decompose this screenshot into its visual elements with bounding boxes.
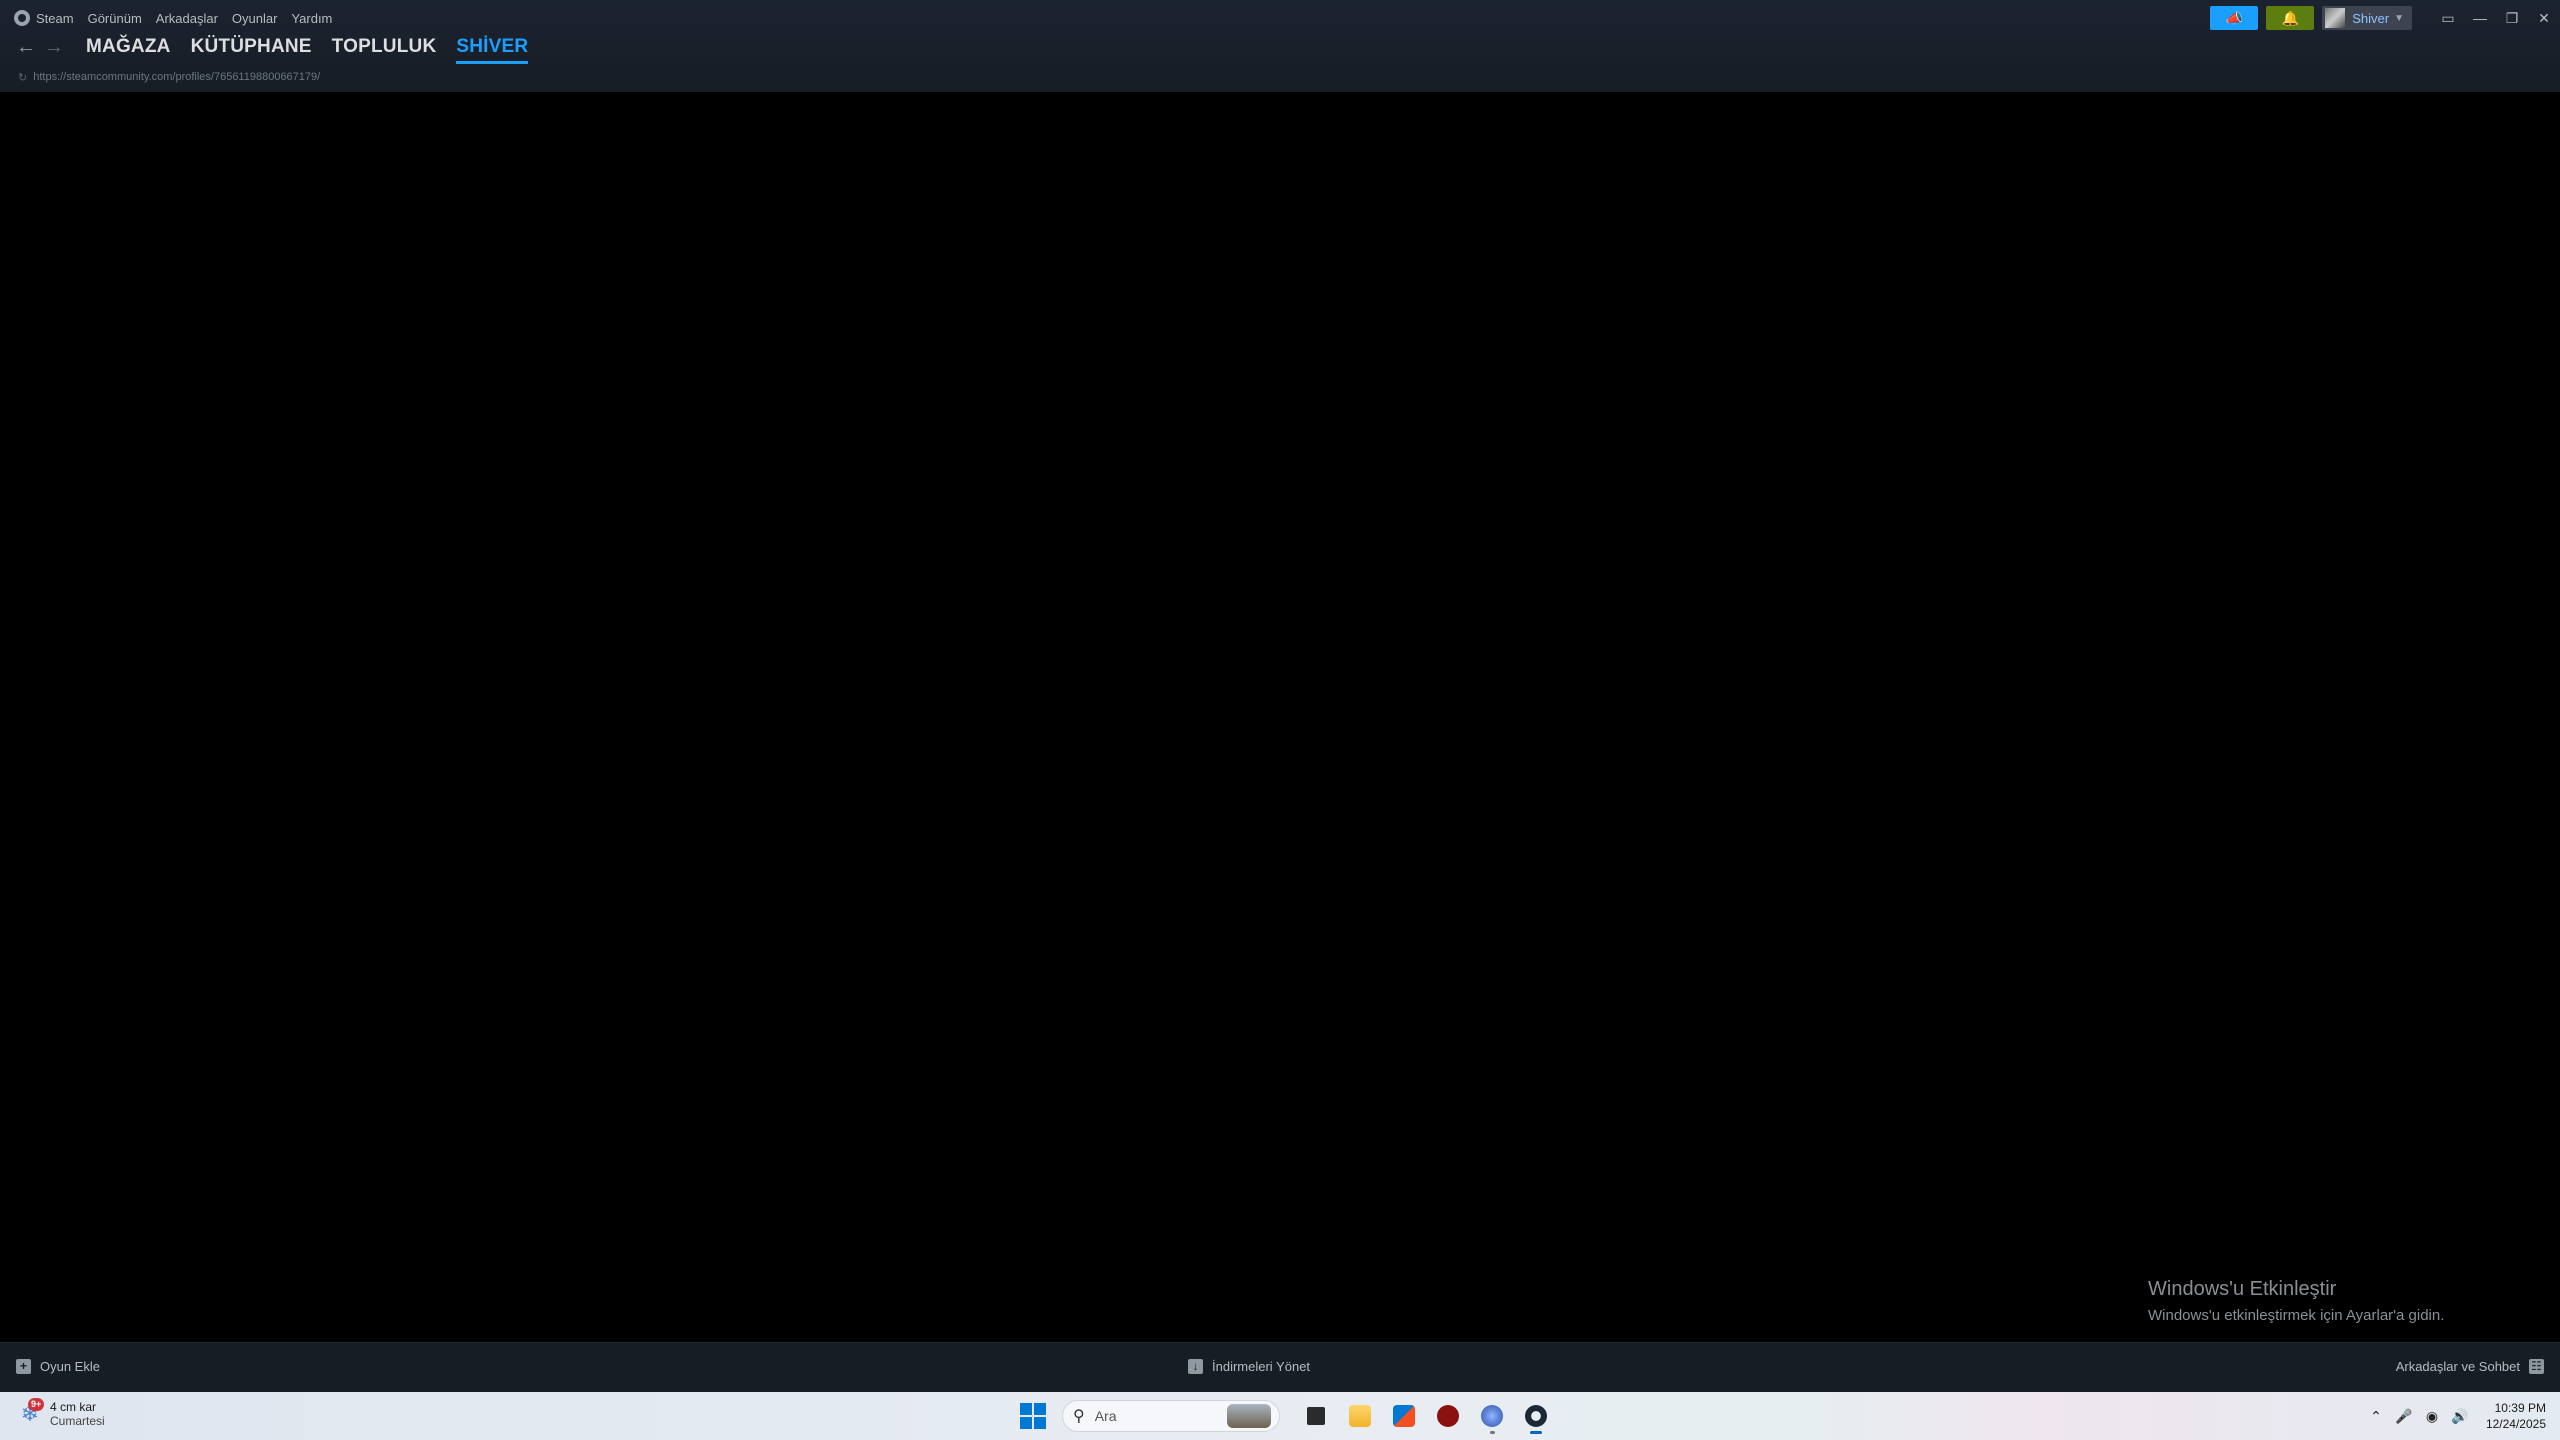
chevron-up-icon[interactable]: ⌃ <box>2362 1408 2390 1425</box>
manage-downloads-label: İndirmeleri Yönet <box>1212 1359 1311 1374</box>
friends-chat-icon: ☷ <box>2529 1359 2544 1374</box>
friends-chat-button[interactable]: Arkadaşlar ve Sohbet ☷ <box>2396 1359 2544 1374</box>
minimize-button[interactable]: — <box>2464 6 2496 30</box>
windows-taskbar: ❄ 9+ 4 cm kar Cumartesi ⚲ Ara ⌃ 🎤 ◉ 🔊 10… <box>0 1392 2560 1440</box>
steam-titlebar: Steam Görünüm Arkadaşlar Oyunlar Yardım … <box>0 0 2560 92</box>
weather-widget[interactable]: ❄ 9+ 4 cm kar Cumartesi <box>18 1398 105 1428</box>
search-icon: ⚲ <box>1073 1408 1085 1425</box>
app-red-button[interactable] <box>1431 1399 1465 1433</box>
red-app-icon <box>1437 1405 1459 1427</box>
account-menu-button[interactable]: Shiver ▼ <box>2322 6 2412 30</box>
clock-date: 12/24/2025 <box>2485 1417 2546 1431</box>
folder-icon <box>1349 1405 1371 1427</box>
minimize-icon: — <box>2473 10 2487 26</box>
tab-community[interactable]: TOPLULUK <box>332 33 437 61</box>
file-explorer-button[interactable] <box>1343 1399 1377 1433</box>
monitor-icon: ▭ <box>2441 9 2455 26</box>
loading-icon: ↻ <box>18 71 28 84</box>
steam-bottom-bar: + Oyun Ekle ↓ İndirmeleri Yönet Arkadaşl… <box>0 1342 2560 1392</box>
steam-taskbar-button[interactable] <box>1519 1399 1553 1434</box>
back-arrow-icon[interactable]: ← <box>12 33 40 61</box>
close-icon: ✕ <box>2538 9 2550 26</box>
search-placeholder: Ara <box>1094 1408 1117 1424</box>
forward-arrow-icon[interactable]: → <box>40 33 68 61</box>
watermark-title: Windows'u Etkinleştir <box>2148 1278 2337 1300</box>
taskbar-search[interactable]: ⚲ Ara <box>1062 1400 1280 1432</box>
tab-profile[interactable]: SHİVER <box>456 33 529 64</box>
snowflake-icon: ❄ 9+ <box>18 1398 45 1426</box>
menu-steam[interactable]: Steam <box>36 11 81 26</box>
windows-activation-watermark: Windows'u Etkinleştir Windows'u etkinleş… <box>2148 1278 2444 1324</box>
store-icon <box>1393 1405 1415 1427</box>
task-view-button[interactable] <box>1299 1399 1333 1433</box>
main-nav: ← → MAĞAZA KÜTÜPHANE TOPLULUK SHİVER <box>12 32 538 64</box>
weather-badge: 9+ <box>28 1398 45 1411</box>
megaphone-icon: 📣 <box>2225 9 2243 26</box>
menu-friends[interactable]: Arkadaşlar <box>149 11 225 26</box>
menu-games[interactable]: Oyunlar <box>225 11 285 26</box>
menu-help[interactable]: Yardım <box>284 11 339 26</box>
restore-button[interactable]: ❐ <box>2496 6 2528 30</box>
bell-icon: 🔔 <box>2281 9 2299 26</box>
wifi-icon[interactable]: ◉ <box>2418 1408 2446 1425</box>
add-game-button[interactable]: + Oyun Ekle <box>16 1359 100 1374</box>
restore-icon: ❐ <box>2505 9 2519 26</box>
notifications-button[interactable]: 🔔 <box>2266 6 2315 30</box>
tab-store[interactable]: MAĞAZA <box>86 33 171 61</box>
task-view-icon <box>1307 1407 1325 1425</box>
manage-downloads-button[interactable]: ↓ İndirmeleri Yönet <box>1188 1359 1310 1374</box>
url-bar: ↻ https://steamcommunity.com/profiles/76… <box>18 69 320 85</box>
weather-day: Cumartesi <box>50 1414 105 1428</box>
windows-start-icon[interactable] <box>1020 1403 1046 1429</box>
avatar <box>2325 8 2346 28</box>
taskbar-apps: ⚲ Ara <box>1020 1398 1558 1434</box>
plus-box-icon: + <box>16 1359 31 1374</box>
microphone-icon[interactable]: 🎤 <box>2390 1408 2418 1425</box>
announcements-button[interactable]: 📣 <box>2210 6 2259 30</box>
tab-library[interactable]: KÜTÜPHANE <box>191 33 312 61</box>
chevron-down-icon: ▼ <box>2394 12 2404 24</box>
app-blue-button[interactable] <box>1475 1399 1509 1434</box>
download-icon: ↓ <box>1188 1359 1203 1374</box>
friends-chat-label: Arkadaşlar ve Sohbet <box>2395 1359 2520 1374</box>
weather-temp: 4 cm kar <box>50 1400 97 1414</box>
username: Shiver <box>2352 10 2390 26</box>
clock-time: 10:39 PM <box>2494 1401 2546 1415</box>
system-tray: ⌃ 🎤 ◉ 🔊 10:39 PM 12/24/2025 <box>2362 1398 2546 1434</box>
close-button[interactable]: ✕ <box>2528 6 2560 30</box>
steam-icon <box>1525 1405 1547 1427</box>
volume-icon[interactable]: 🔊 <box>2446 1408 2474 1425</box>
web-content-area[interactable] <box>0 92 2560 1342</box>
clock[interactable]: 10:39 PM 12/24/2025 <box>2486 1400 2546 1432</box>
search-highlight-image <box>1227 1404 1271 1428</box>
top-right-controls: 📣 🔔 Shiver ▼ ▭ — ❐ ✕ <box>2210 6 2560 30</box>
ms-store-button[interactable] <box>1387 1399 1421 1433</box>
big-picture-button[interactable]: ▭ <box>2432 6 2464 30</box>
add-game-label: Oyun Ekle <box>40 1359 100 1374</box>
url-text[interactable]: https://steamcommunity.com/profiles/7656… <box>33 71 320 83</box>
menu-bar: Steam Görünüm Arkadaşlar Oyunlar Yardım <box>14 8 339 28</box>
blue-orb-icon <box>1481 1405 1503 1427</box>
menu-view[interactable]: Görünüm <box>81 11 149 26</box>
watermark-subtitle: Windows'u etkinleştirmek için Ayarlar'a … <box>2148 1307 2445 1324</box>
steam-logo-icon <box>14 10 30 26</box>
